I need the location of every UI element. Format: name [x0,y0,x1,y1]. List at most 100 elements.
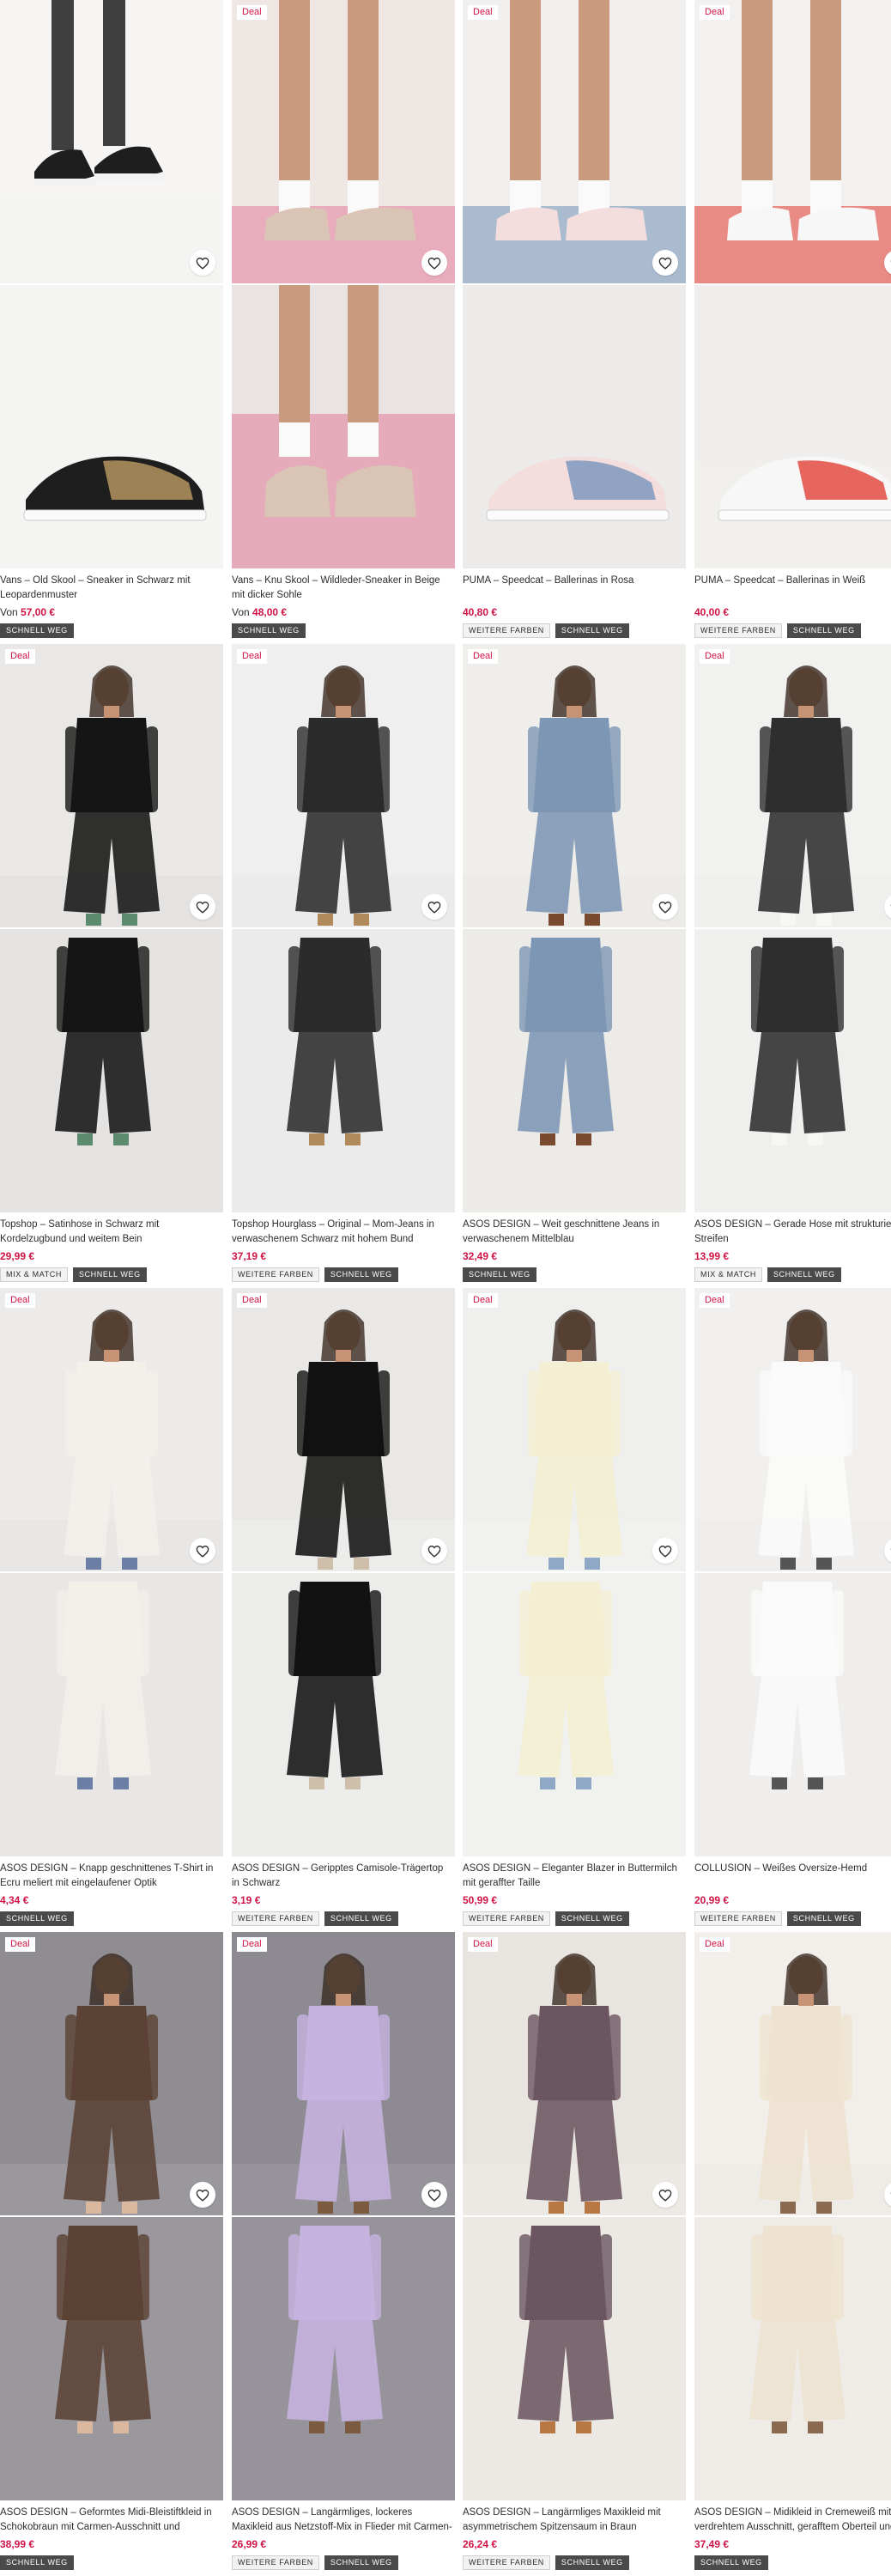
product-title[interactable]: ASOS DESIGN – Geformtes Midi-Bleistiftkl… [0,2506,221,2535]
product-card[interactable]: Deal ASOS DESIGN – Weit geschnittene Jean… [463,644,686,1282]
product-title[interactable]: ASOS DESIGN – Langärmliges, lockeres Max… [232,2506,453,2535]
product-image-alt[interactable] [0,929,223,1212]
save-for-later-heart-icon[interactable] [190,2182,215,2208]
save-for-later-heart-icon[interactable] [421,2182,447,2208]
product-card[interactable]: Deal ASOS DESIGN – Langärmliges, lockeres… [232,1932,455,2570]
product-price: Von 57,00 € [0,606,55,618]
product-tag: SCHNELL WEG [555,623,629,638]
product-image[interactable]: Deal [232,1288,455,1571]
product-card[interactable]: Deal ASOS DESIGN – Knapp geschnittenes T-… [0,1288,223,1926]
product-tag: SCHNELL WEG [324,1911,398,1926]
product-image[interactable]: Deal [694,1288,891,1571]
product-tags: WEITERE FARBEN SCHNELL WEG [232,1911,398,1926]
save-for-later-heart-icon[interactable] [421,250,447,276]
product-title[interactable]: Vans – Old Skool – Sneaker in Schwarz mi… [0,574,221,603]
price-value: 13,99 € [694,1250,730,1262]
product-title[interactable]: ASOS DESIGN – Knapp geschnittenes T-Shir… [0,1862,221,1891]
save-for-later-heart-icon[interactable] [190,250,215,276]
product-image-alt[interactable] [694,285,891,568]
product-card[interactable]: Deal Topshop – Satinhose in Schwarz mit K… [0,644,223,1282]
product-image-alt[interactable] [694,2217,891,2500]
product-card[interactable]: Deal ASOS DESIGN – Langärmliges Maxikleid… [463,1932,686,2570]
product-title[interactable]: COLLUSION – Weißes Oversize-Hemd [694,1862,891,1891]
product-title[interactable]: ASOS DESIGN – Geripptes Camisole-Trägert… [232,1862,453,1891]
product-tag: SCHNELL WEG [232,623,306,638]
product-image-alt[interactable] [232,2217,455,2500]
product-image-alt[interactable] [232,929,455,1212]
product-card[interactable]: Deal ASOS DESIGN – Eleganter Blazer in Bu… [463,1288,686,1926]
product-image[interactable]: Deal [0,644,223,927]
product-image[interactable]: Deal [232,644,455,927]
product-tag: WEITERE FARBEN [694,1911,782,1926]
price-value: 57,00 € [21,606,56,618]
product-image-alt[interactable] [463,2217,686,2500]
product-price: 26,99 € [232,2538,266,2550]
product-image-alt[interactable] [232,285,455,568]
product-tag: MIX & MATCH [0,1267,68,1282]
save-for-later-heart-icon[interactable] [421,1538,447,1564]
product-card[interactable]: Deal PUMA – Speedcat – Ballerinas in Weiß… [694,0,891,638]
product-title[interactable]: ASOS DESIGN – Langärmliges Maxikleid mit… [463,2506,684,2535]
deal-badge: Deal [237,5,267,20]
product-card[interactable]: Deal Topshop Hourglass – Original – Mom-J… [232,644,455,1282]
product-title[interactable]: PUMA – Speedcat – Ballerinas in Rosa [463,574,684,603]
product-image[interactable]: Deal [463,0,686,283]
product-image[interactable]: Deal [694,0,891,283]
product-title[interactable]: ASOS DESIGN – Gerade Hose mit strukturie… [694,1218,891,1247]
product-image-alt[interactable] [0,1573,223,1856]
save-for-later-heart-icon[interactable] [190,894,215,920]
product-card[interactable]: Deal ASOS DESIGN – Geripptes Camisole-Trä… [232,1288,455,1926]
product-card[interactable]: Vans – Old Skool – Sneaker in Schwarz mi… [0,0,223,638]
product-image[interactable]: Deal [0,1932,223,2215]
product-image[interactable]: Deal [232,1932,455,2215]
product-image-alt[interactable] [0,2217,223,2500]
product-image-alt[interactable] [694,929,891,1212]
product-tags: WEITERE FARBEN SCHNELL WEG [694,1911,861,1926]
product-price: 50,99 € [463,1894,497,1906]
product-tag: WEITERE FARBEN [463,2555,550,2570]
deal-badge: Deal [468,1937,498,1952]
price-value: 20,99 € [694,1894,730,1906]
product-tag: SCHNELL WEG [555,1911,629,1926]
product-image-alt[interactable] [232,1573,455,1856]
save-for-later-heart-icon[interactable] [421,894,447,920]
product-card[interactable]: Deal ASOS DESIGN – Midikleid in Cremeweiß… [694,1932,891,2570]
product-card[interactable]: Deal Vans – Knu Skool – Wildleder-Sneaker… [232,0,455,638]
save-for-later-heart-icon[interactable] [652,2182,678,2208]
product-image[interactable]: Deal [232,0,455,283]
product-title[interactable]: ASOS DESIGN – Weit geschnittene Jeans in… [463,1218,684,1247]
product-image[interactable]: Deal [463,1288,686,1571]
deal-badge: Deal [468,5,498,20]
product-title[interactable]: Vans – Knu Skool – Wildleder-Sneaker in … [232,574,453,603]
product-image-alt[interactable] [463,929,686,1212]
product-image-alt[interactable] [694,1573,891,1856]
product-image-alt[interactable] [0,285,223,568]
deal-badge: Deal [468,649,498,664]
product-title[interactable]: Topshop Hourglass – Original – Mom-Jeans… [232,1218,453,1247]
product-card[interactable]: Deal COLLUSION – Weißes Oversize-Hemd 20,9… [694,1288,891,1926]
product-image[interactable]: Deal [463,644,686,927]
product-image[interactable]: Deal [0,1288,223,1571]
product-tags: SCHNELL WEG [0,2555,74,2570]
product-title[interactable]: PUMA – Speedcat – Ballerinas in Weiß [694,574,891,603]
product-title[interactable]: Topshop – Satinhose in Schwarz mit Korde… [0,1218,221,1247]
save-for-later-heart-icon[interactable] [652,250,678,276]
product-title[interactable]: ASOS DESIGN – Eleganter Blazer in Butter… [463,1862,684,1891]
save-for-later-heart-icon[interactable] [652,1538,678,1564]
product-tag: SCHNELL WEG [767,1267,841,1282]
product-card[interactable]: Deal ASOS DESIGN – Geformtes Midi-Bleisti… [0,1932,223,2570]
save-for-later-heart-icon[interactable] [652,894,678,920]
product-card[interactable]: Deal ASOS DESIGN – Gerade Hose mit strukt… [694,644,891,1282]
product-image[interactable]: Deal [694,1932,891,2215]
deal-badge: Deal [237,649,267,664]
product-image-alt[interactable] [463,1573,686,1856]
product-image[interactable] [0,0,223,283]
product-card[interactable]: Deal PUMA – Speedcat – Ballerinas in Rosa… [463,0,686,638]
product-image-alt[interactable] [463,285,686,568]
deal-badge: Deal [700,1293,730,1308]
product-image[interactable]: Deal [694,644,891,927]
product-title[interactable]: ASOS DESIGN – Midikleid in Cremeweiß mit… [694,2506,891,2535]
save-for-later-heart-icon[interactable] [190,1538,215,1564]
product-tags: WEITERE FARBEN SCHNELL WEG [694,623,861,638]
product-image[interactable]: Deal [463,1932,686,2215]
